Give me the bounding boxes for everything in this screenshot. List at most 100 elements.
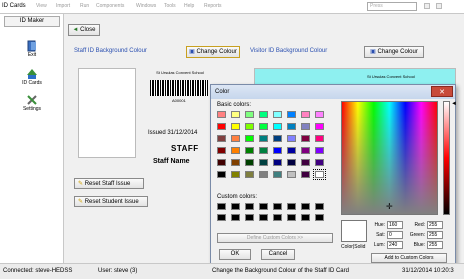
- color-swatch[interactable]: [287, 111, 296, 118]
- color-swatch[interactable]: [315, 147, 324, 154]
- toolbar-icon-b[interactable]: [436, 3, 442, 9]
- color-swatch[interactable]: [217, 214, 226, 221]
- color-swatch[interactable]: [287, 135, 296, 142]
- color-swatch[interactable]: [217, 147, 226, 154]
- color-swatch[interactable]: [217, 111, 226, 118]
- color-swatch[interactable]: [245, 135, 254, 142]
- color-swatch[interactable]: [301, 147, 310, 154]
- red-field[interactable]: 255: [427, 221, 443, 229]
- staff-change-colour-button[interactable]: ▣ Change Colour: [186, 46, 240, 58]
- cancel-button[interactable]: Cancel: [261, 249, 295, 260]
- color-swatch[interactable]: [287, 147, 296, 154]
- visitor-change-colour-button[interactable]: ▣ Change Colour: [364, 46, 424, 58]
- color-swatch[interactable]: [259, 171, 268, 178]
- color-swatch[interactable]: [287, 214, 296, 221]
- color-swatch[interactable]: [273, 171, 282, 178]
- color-swatch[interactable]: [301, 123, 310, 130]
- color-swatch[interactable]: [231, 171, 240, 178]
- color-swatch[interactable]: [217, 135, 226, 142]
- color-swatch[interactable]: [217, 203, 226, 210]
- color-swatch[interactable]: [313, 169, 326, 180]
- color-swatch[interactable]: [259, 214, 268, 221]
- sidebar-item-id-cards[interactable]: ID Cards: [4, 68, 60, 86]
- menu-windows[interactable]: Windows: [136, 3, 156, 9]
- sidebar-item-exit[interactable]: Exit: [4, 40, 60, 58]
- color-swatch[interactable]: [273, 159, 282, 166]
- color-swatch[interactable]: [259, 123, 268, 130]
- color-swatch[interactable]: [245, 147, 254, 154]
- color-swatch[interactable]: [315, 214, 324, 221]
- reset-staff-issue-button[interactable]: ✎ Reset Staff Issue: [74, 178, 144, 189]
- color-swatch[interactable]: [245, 171, 254, 178]
- color-swatch[interactable]: [217, 159, 226, 166]
- color-swatch[interactable]: [301, 214, 310, 221]
- blue-field[interactable]: 255: [427, 241, 443, 249]
- menu-run[interactable]: Run: [80, 3, 89, 9]
- color-swatch[interactable]: [301, 111, 310, 118]
- color-swatch[interactable]: [245, 203, 254, 210]
- toolbar-combo[interactable]: Press: [367, 2, 417, 11]
- color-swatch[interactable]: [259, 203, 268, 210]
- color-swatch[interactable]: [259, 147, 268, 154]
- sat-field[interactable]: 0: [387, 231, 403, 239]
- color-swatch[interactable]: [287, 159, 296, 166]
- exit-icon: [27, 40, 36, 52]
- color-spectrum[interactable]: ✛: [341, 101, 438, 215]
- color-swatch[interactable]: [301, 203, 310, 210]
- color-swatch[interactable]: [245, 159, 254, 166]
- color-swatch[interactable]: [231, 159, 240, 166]
- color-swatch[interactable]: [315, 123, 324, 130]
- color-swatch[interactable]: [315, 159, 324, 166]
- color-swatch[interactable]: [245, 214, 254, 221]
- color-swatch[interactable]: [245, 111, 254, 118]
- close-button[interactable]: ◄ Close: [68, 24, 100, 36]
- ok-button[interactable]: OK: [219, 249, 251, 260]
- color-swatch[interactable]: [301, 135, 310, 142]
- color-swatch[interactable]: [273, 135, 282, 142]
- hue-field[interactable]: 160: [387, 221, 403, 229]
- color-swatch[interactable]: [287, 203, 296, 210]
- menu-import[interactable]: Import: [56, 3, 70, 9]
- close-arrow-icon: ◄: [72, 27, 79, 33]
- color-swatch[interactable]: [231, 214, 240, 221]
- color-swatch[interactable]: [301, 159, 310, 166]
- luminance-slider[interactable]: [443, 101, 450, 215]
- color-swatch[interactable]: [287, 171, 296, 178]
- menu-tools[interactable]: Tools: [164, 3, 176, 9]
- color-swatch[interactable]: [231, 111, 240, 118]
- color-swatch[interactable]: [315, 111, 324, 118]
- color-swatch[interactable]: [287, 123, 296, 130]
- color-swatch[interactable]: [217, 171, 226, 178]
- color-swatch[interactable]: [273, 123, 282, 130]
- color-swatch[interactable]: [217, 123, 226, 130]
- color-swatch[interactable]: [259, 135, 268, 142]
- color-swatch[interactable]: [315, 203, 324, 210]
- color-swatch[interactable]: [273, 203, 282, 210]
- menu-help[interactable]: Help: [184, 3, 194, 9]
- color-swatch[interactable]: [273, 111, 282, 118]
- color-swatch[interactable]: [273, 214, 282, 221]
- color-swatch[interactable]: [231, 147, 240, 154]
- color-swatch[interactable]: [245, 123, 254, 130]
- color-swatch[interactable]: [259, 159, 268, 166]
- color-swatch[interactable]: [231, 203, 240, 210]
- color-swatch[interactable]: [301, 171, 310, 178]
- green-field[interactable]: 255: [427, 231, 443, 239]
- color-swatch[interactable]: [231, 123, 240, 130]
- add-to-custom-colors-button[interactable]: Add to Custom Colors: [371, 253, 447, 263]
- color-swatch[interactable]: [315, 135, 324, 142]
- color-dialog-title: Color: [215, 89, 230, 95]
- toolbar-icon-a[interactable]: [424, 3, 430, 9]
- define-custom-colors-button[interactable]: Define Custom Colors >>: [217, 233, 333, 243]
- reset-student-issue-button[interactable]: ✎ Reset Student Issue: [74, 196, 148, 207]
- color-swatch[interactable]: [231, 135, 240, 142]
- menu-reports[interactable]: Reports: [204, 3, 222, 9]
- sidebar-item-settings[interactable]: Settings: [4, 94, 60, 112]
- color-swatch[interactable]: [259, 111, 268, 118]
- dialog-close-button[interactable]: ✕: [431, 86, 453, 97]
- menu-view[interactable]: View: [36, 3, 47, 9]
- menu-components[interactable]: Components: [96, 3, 124, 9]
- custom-colors-grid: [217, 203, 337, 223]
- lum-field[interactable]: 240: [387, 241, 403, 249]
- color-swatch[interactable]: [273, 147, 282, 154]
